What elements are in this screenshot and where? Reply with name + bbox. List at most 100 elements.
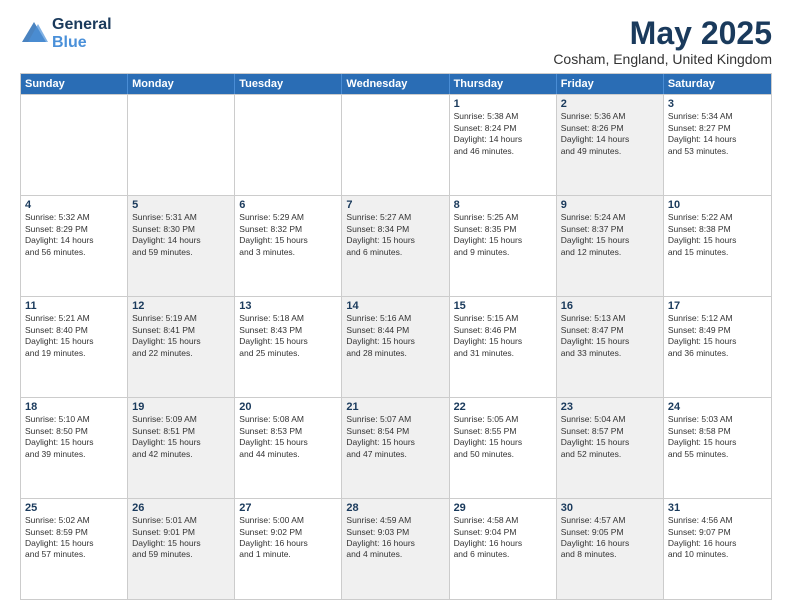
day-info: Sunrise: 5:25 AM Sunset: 8:35 PM Dayligh…: [454, 212, 552, 258]
day-cell-21: 21Sunrise: 5:07 AM Sunset: 8:54 PM Dayli…: [342, 398, 449, 498]
day-number: 17: [668, 300, 767, 312]
day-cell-2: 2Sunrise: 5:36 AM Sunset: 8:26 PM Daylig…: [557, 95, 664, 195]
empty-cell-0-1: [128, 95, 235, 195]
day-number: 6: [239, 199, 337, 211]
day-cell-27: 27Sunrise: 5:00 AM Sunset: 9:02 PM Dayli…: [235, 499, 342, 599]
calendar-header: SundayMondayTuesdayWednesdayThursdayFrid…: [21, 74, 771, 94]
day-info: Sunrise: 5:19 AM Sunset: 8:41 PM Dayligh…: [132, 313, 230, 359]
day-cell-4: 4Sunrise: 5:32 AM Sunset: 8:29 PM Daylig…: [21, 196, 128, 296]
cal-row-1: 4Sunrise: 5:32 AM Sunset: 8:29 PM Daylig…: [21, 195, 771, 296]
day-info: Sunrise: 5:32 AM Sunset: 8:29 PM Dayligh…: [25, 212, 123, 258]
day-number: 19: [132, 401, 230, 413]
day-number: 8: [454, 199, 552, 211]
day-cell-23: 23Sunrise: 5:04 AM Sunset: 8:57 PM Dayli…: [557, 398, 664, 498]
day-number: 4: [25, 199, 123, 211]
day-number: 3: [668, 98, 767, 110]
calendar-body: 1Sunrise: 5:38 AM Sunset: 8:24 PM Daylig…: [21, 94, 771, 599]
day-cell-28: 28Sunrise: 4:59 AM Sunset: 9:03 PM Dayli…: [342, 499, 449, 599]
day-info: Sunrise: 5:08 AM Sunset: 8:53 PM Dayligh…: [239, 414, 337, 460]
day-info: Sunrise: 5:38 AM Sunset: 8:24 PM Dayligh…: [454, 111, 552, 157]
day-info: Sunrise: 4:59 AM Sunset: 9:03 PM Dayligh…: [346, 515, 444, 561]
day-number: 18: [25, 401, 123, 413]
day-number: 5: [132, 199, 230, 211]
day-info: Sunrise: 5:10 AM Sunset: 8:50 PM Dayligh…: [25, 414, 123, 460]
day-number: 30: [561, 502, 659, 514]
logo-text: General Blue: [52, 16, 112, 51]
day-info: Sunrise: 5:21 AM Sunset: 8:40 PM Dayligh…: [25, 313, 123, 359]
day-info: Sunrise: 5:29 AM Sunset: 8:32 PM Dayligh…: [239, 212, 337, 258]
day-number: 20: [239, 401, 337, 413]
day-cell-17: 17Sunrise: 5:12 AM Sunset: 8:49 PM Dayli…: [664, 297, 771, 397]
calendar: SundayMondayTuesdayWednesdayThursdayFrid…: [20, 73, 772, 600]
day-number: 1: [454, 98, 552, 110]
day-info: Sunrise: 5:00 AM Sunset: 9:02 PM Dayligh…: [239, 515, 337, 561]
day-number: 26: [132, 502, 230, 514]
day-info: Sunrise: 5:18 AM Sunset: 8:43 PM Dayligh…: [239, 313, 337, 359]
day-number: 22: [454, 401, 552, 413]
day-info: Sunrise: 4:57 AM Sunset: 9:05 PM Dayligh…: [561, 515, 659, 561]
day-cell-20: 20Sunrise: 5:08 AM Sunset: 8:53 PM Dayli…: [235, 398, 342, 498]
header-day-saturday: Saturday: [664, 74, 771, 94]
day-cell-26: 26Sunrise: 5:01 AM Sunset: 9:01 PM Dayli…: [128, 499, 235, 599]
day-number: 2: [561, 98, 659, 110]
day-cell-22: 22Sunrise: 5:05 AM Sunset: 8:55 PM Dayli…: [450, 398, 557, 498]
header-day-sunday: Sunday: [21, 74, 128, 94]
cal-row-2: 11Sunrise: 5:21 AM Sunset: 8:40 PM Dayli…: [21, 296, 771, 397]
day-info: Sunrise: 5:02 AM Sunset: 8:59 PM Dayligh…: [25, 515, 123, 561]
logo-icon: [20, 20, 48, 48]
cal-row-3: 18Sunrise: 5:10 AM Sunset: 8:50 PM Dayli…: [21, 397, 771, 498]
day-info: Sunrise: 5:09 AM Sunset: 8:51 PM Dayligh…: [132, 414, 230, 460]
day-cell-15: 15Sunrise: 5:15 AM Sunset: 8:46 PM Dayli…: [450, 297, 557, 397]
day-info: Sunrise: 5:27 AM Sunset: 8:34 PM Dayligh…: [346, 212, 444, 258]
day-number: 31: [668, 502, 767, 514]
header-day-tuesday: Tuesday: [235, 74, 342, 94]
day-cell-29: 29Sunrise: 4:58 AM Sunset: 9:04 PM Dayli…: [450, 499, 557, 599]
day-cell-18: 18Sunrise: 5:10 AM Sunset: 8:50 PM Dayli…: [21, 398, 128, 498]
day-number: 28: [346, 502, 444, 514]
header: General Blue May 2025 Cosham, England, U…: [20, 16, 772, 67]
day-number: 7: [346, 199, 444, 211]
month-title: May 2025: [553, 16, 772, 51]
day-info: Sunrise: 5:05 AM Sunset: 8:55 PM Dayligh…: [454, 414, 552, 460]
day-cell-25: 25Sunrise: 5:02 AM Sunset: 8:59 PM Dayli…: [21, 499, 128, 599]
day-info: Sunrise: 5:36 AM Sunset: 8:26 PM Dayligh…: [561, 111, 659, 157]
day-number: 9: [561, 199, 659, 211]
day-number: 16: [561, 300, 659, 312]
day-info: Sunrise: 5:31 AM Sunset: 8:30 PM Dayligh…: [132, 212, 230, 258]
day-info: Sunrise: 5:12 AM Sunset: 8:49 PM Dayligh…: [668, 313, 767, 359]
day-info: Sunrise: 5:16 AM Sunset: 8:44 PM Dayligh…: [346, 313, 444, 359]
day-info: Sunrise: 5:07 AM Sunset: 8:54 PM Dayligh…: [346, 414, 444, 460]
day-cell-10: 10Sunrise: 5:22 AM Sunset: 8:38 PM Dayli…: [664, 196, 771, 296]
day-number: 24: [668, 401, 767, 413]
header-day-wednesday: Wednesday: [342, 74, 449, 94]
day-cell-12: 12Sunrise: 5:19 AM Sunset: 8:41 PM Dayli…: [128, 297, 235, 397]
day-cell-16: 16Sunrise: 5:13 AM Sunset: 8:47 PM Dayli…: [557, 297, 664, 397]
day-info: Sunrise: 4:56 AM Sunset: 9:07 PM Dayligh…: [668, 515, 767, 561]
day-number: 23: [561, 401, 659, 413]
day-info: Sunrise: 5:24 AM Sunset: 8:37 PM Dayligh…: [561, 212, 659, 258]
header-day-monday: Monday: [128, 74, 235, 94]
day-cell-24: 24Sunrise: 5:03 AM Sunset: 8:58 PM Dayli…: [664, 398, 771, 498]
day-info: Sunrise: 5:15 AM Sunset: 8:46 PM Dayligh…: [454, 313, 552, 359]
day-info: Sunrise: 5:01 AM Sunset: 9:01 PM Dayligh…: [132, 515, 230, 561]
day-number: 25: [25, 502, 123, 514]
day-cell-5: 5Sunrise: 5:31 AM Sunset: 8:30 PM Daylig…: [128, 196, 235, 296]
title-block: May 2025 Cosham, England, United Kingdom: [553, 16, 772, 67]
day-number: 15: [454, 300, 552, 312]
day-cell-8: 8Sunrise: 5:25 AM Sunset: 8:35 PM Daylig…: [450, 196, 557, 296]
day-cell-1: 1Sunrise: 5:38 AM Sunset: 8:24 PM Daylig…: [450, 95, 557, 195]
day-info: Sunrise: 5:04 AM Sunset: 8:57 PM Dayligh…: [561, 414, 659, 460]
logo: General Blue: [20, 16, 112, 51]
day-cell-3: 3Sunrise: 5:34 AM Sunset: 8:27 PM Daylig…: [664, 95, 771, 195]
day-cell-19: 19Sunrise: 5:09 AM Sunset: 8:51 PM Dayli…: [128, 398, 235, 498]
day-cell-11: 11Sunrise: 5:21 AM Sunset: 8:40 PM Dayli…: [21, 297, 128, 397]
empty-cell-0-3: [342, 95, 449, 195]
page: General Blue May 2025 Cosham, England, U…: [0, 0, 792, 612]
day-number: 12: [132, 300, 230, 312]
day-cell-13: 13Sunrise: 5:18 AM Sunset: 8:43 PM Dayli…: [235, 297, 342, 397]
day-number: 27: [239, 502, 337, 514]
day-info: Sunrise: 5:34 AM Sunset: 8:27 PM Dayligh…: [668, 111, 767, 157]
cal-row-0: 1Sunrise: 5:38 AM Sunset: 8:24 PM Daylig…: [21, 94, 771, 195]
location: Cosham, England, United Kingdom: [553, 51, 772, 67]
day-info: Sunrise: 5:22 AM Sunset: 8:38 PM Dayligh…: [668, 212, 767, 258]
